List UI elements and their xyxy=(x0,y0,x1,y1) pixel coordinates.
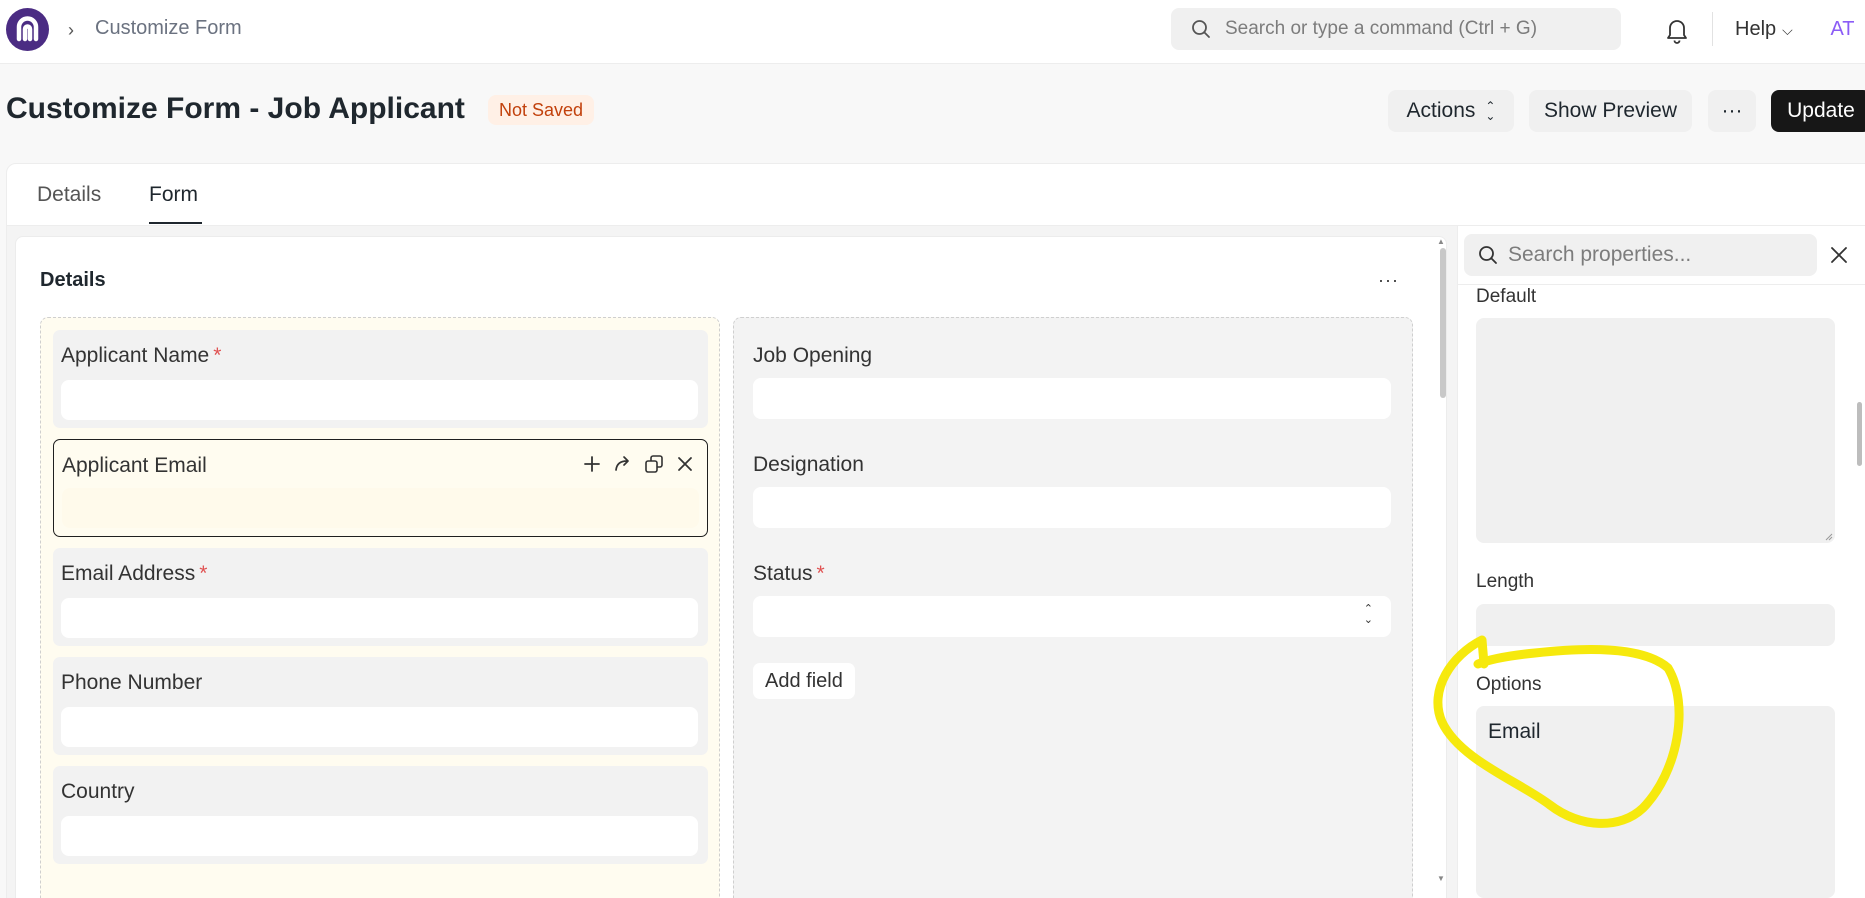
field-control xyxy=(61,598,698,638)
tab-details[interactable]: Details xyxy=(37,183,101,207)
required-mark: * xyxy=(816,562,825,585)
chevron-down-icon: ⌵ xyxy=(1782,22,1793,38)
add-field-button[interactable]: Add field xyxy=(753,663,855,699)
chevron-right-icon: › xyxy=(68,20,74,40)
sidebar-scrollbar-thumb[interactable] xyxy=(1857,402,1862,466)
field-label: Designation xyxy=(753,453,864,476)
command-search-input[interactable] xyxy=(1225,8,1605,50)
more-actions-button[interactable]: ··· xyxy=(1708,90,1756,132)
update-button[interactable]: Update xyxy=(1771,90,1865,132)
section-title: Details xyxy=(40,269,106,291)
navbar: › Customize Form Help ⌵ AT xyxy=(0,0,1865,64)
field-label: Applicant Name * xyxy=(61,344,222,367)
resize-handle-icon[interactable] xyxy=(1825,533,1833,541)
canvas-scrollbar-thumb[interactable] xyxy=(1440,248,1446,398)
field-country[interactable]: Country xyxy=(53,766,708,864)
field-label: Phone Number xyxy=(61,671,203,694)
required-mark: * xyxy=(213,344,222,367)
field-label: Country xyxy=(61,780,135,803)
field-toolbar xyxy=(582,454,695,474)
search-icon xyxy=(1192,20,1210,38)
field-control xyxy=(753,378,1391,419)
field-control xyxy=(62,488,699,528)
options-textarea[interactable]: Email xyxy=(1476,706,1835,898)
sidebar-divider xyxy=(1458,284,1865,285)
required-mark: * xyxy=(199,562,208,585)
updown-chevron-icon: ⌃ ⌄ xyxy=(1363,603,1373,626)
field-label: Email Address * xyxy=(61,562,208,585)
field-applicant-email[interactable]: Applicant Email xyxy=(53,439,708,537)
app-logo[interactable] xyxy=(6,8,49,51)
bell-icon[interactable] xyxy=(1664,16,1690,44)
actions-label: Actions xyxy=(1406,99,1476,122)
move-arrow-icon[interactable] xyxy=(613,454,633,474)
default-textarea[interactable] xyxy=(1476,318,1835,543)
close-icon[interactable] xyxy=(675,454,695,474)
length-input[interactable] xyxy=(1476,604,1835,646)
field-applicant-name[interactable]: Applicant Name * xyxy=(53,330,708,428)
updown-chevron-icon: ⌃ ⌄ xyxy=(1485,99,1496,123)
help-menu[interactable]: Help ⌵ xyxy=(1735,18,1793,41)
search-icon xyxy=(1479,246,1497,264)
app-logo-icon xyxy=(16,16,39,42)
status-select[interactable]: ⌃ ⌄ xyxy=(753,596,1391,637)
field-control xyxy=(61,816,698,856)
scroll-down-arrow-icon[interactable]: ▼ xyxy=(1437,874,1445,883)
user-avatar[interactable]: AT xyxy=(1820,8,1865,50)
field-label: Applicant Email xyxy=(62,454,207,477)
scroll-up-arrow-icon[interactable]: ▲ xyxy=(1437,237,1445,246)
tab-form[interactable]: Form xyxy=(149,183,198,207)
default-label: Default xyxy=(1476,286,1537,307)
active-tab-indicator xyxy=(149,222,202,224)
field-control xyxy=(61,707,698,747)
field-email-address[interactable]: Email Address * xyxy=(53,548,708,646)
breadcrumb[interactable]: Customize Form xyxy=(95,17,242,40)
page-title: Customize Form - Job Applicant xyxy=(6,92,465,125)
navbar-divider xyxy=(1712,12,1713,46)
field-label: Status * xyxy=(753,562,825,585)
actions-button[interactable]: Actions ⌃ ⌄ xyxy=(1388,90,1514,132)
field-control xyxy=(753,487,1391,528)
section-more-button[interactable]: ··· xyxy=(1378,270,1399,291)
plus-icon[interactable] xyxy=(582,454,602,474)
show-preview-button[interactable]: Show Preview xyxy=(1529,90,1692,132)
duplicate-icon[interactable] xyxy=(644,454,664,474)
property-search-input[interactable] xyxy=(1508,234,1808,276)
field-phone-number[interactable]: Phone Number xyxy=(53,657,708,755)
close-icon[interactable] xyxy=(1830,246,1848,264)
status-badge: Not Saved xyxy=(488,95,595,125)
command-search[interactable] xyxy=(1171,8,1621,50)
help-label: Help xyxy=(1735,18,1777,40)
length-label: Length xyxy=(1476,571,1535,592)
property-search[interactable] xyxy=(1464,234,1817,276)
options-label: Options xyxy=(1476,674,1542,695)
options-value: Email xyxy=(1488,720,1541,743)
field-label: Job Opening xyxy=(753,344,873,367)
field-control xyxy=(61,380,698,420)
